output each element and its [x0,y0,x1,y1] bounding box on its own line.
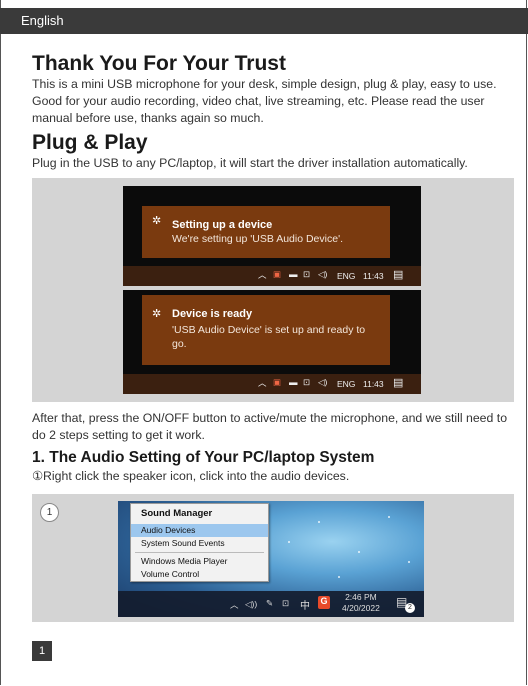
menu-separator [135,552,264,553]
device-icon: ▣ [273,377,282,387]
gear-icon: ✲ [152,215,162,227]
network-icon[interactable]: ⊡ [282,598,289,609]
menu-item-system-sound-events[interactable]: System Sound Events [131,537,268,550]
step1-instruction: Right click the speaker icon, click into… [43,469,350,483]
notification-title: Setting up a device [172,219,273,231]
speaker-icon[interactable]: ◁)) [245,599,257,610]
ime-indicator[interactable]: 中 [300,597,310,612]
taskbar: ︿ ▣ ▬ ⊡ ◁) ENG 11:43 ▤ [123,374,421,394]
notification-frame-2: ✲ Device is ready 'USB Audio Device' is … [123,290,421,394]
device-icon: ▣ [273,269,282,279]
clock: 11:43 [363,379,384,389]
clock: 11:43 [363,271,384,281]
notification-title: Device is ready [172,308,253,320]
speaker-icon: ◁) [318,377,328,387]
speaker-icon: ◁) [318,269,328,279]
step-marker: ① [32,469,44,483]
gear-icon: ✲ [152,308,162,320]
clock[interactable]: 2:46 PM 4/20/2022 [342,592,380,614]
language-header: English [0,8,528,34]
intro-title: Thank You For Your Trust [32,52,286,75]
clock-time: 2:46 PM [345,592,377,602]
network-icon: ⊡ [303,269,311,279]
page-number: 1 [32,641,52,661]
intro-section: Thank You For Your Trust This is a mini … [32,52,510,172]
notification-count-badge: 2 [405,603,415,613]
sound-manager-header: Sound Manager [141,508,213,519]
taskbar: ︿ ▣ ▬ ⊡ ◁) ENG 11:43 ▤ [123,266,421,286]
app-tray-icon[interactable]: G [318,596,330,609]
language-indicator: ENG [337,379,356,389]
battery-icon: ▬ [289,377,298,387]
desktop-background: Sound Manager Audio Devices System Sound… [118,501,424,617]
chevron-up-icon: ︿ [258,378,267,388]
plug-body: Plug in the USB to any PC/laptop, it wil… [32,156,468,170]
windows-taskbar: ︿ ◁)) ✎ ⊡ 中 G 2:46 PM 4/20/2022 ▤ 2 [118,591,424,617]
menu-item-windows-media-player[interactable]: Windows Media Player [131,555,268,568]
after-section: After that, press the ON/OFF button to a… [32,410,512,485]
notification-device-ready: ✲ Device is ready 'USB Audio Device' is … [142,295,390,365]
sound-manager-menu: Sound Manager Audio Devices System Sound… [130,503,269,582]
after-text: After that, press the ON/OFF button to a… [32,411,508,442]
sound-screenshot: 1 Sound Manager Audio Devices System Sou… [32,494,514,622]
action-center-icon: ▤ [393,377,404,389]
language-indicator: ENG [337,271,356,281]
image-number-badge: 1 [40,503,59,522]
menu-item-volume-control[interactable]: Volume Control [131,568,268,581]
menu-item-audio-devices[interactable]: Audio Devices [131,524,268,537]
chevron-up-icon: ︿ [258,270,267,280]
notification-setting-up: ✲ Setting up a device We're setting up '… [142,206,390,258]
notification-frame-1: ✲ Setting up a device We're setting up '… [123,186,421,286]
mic-muted-icon[interactable]: ✎ [266,598,273,609]
clock-date: 4/20/2022 [342,603,380,613]
step1-title: 1. The Audio Setting of Your PC/laptop S… [32,449,375,466]
notification-body: We're setting up 'USB Audio Device'. [172,233,343,245]
chevron-up-icon[interactable]: ︿ [230,599,239,611]
action-center-icon: ▤ [393,269,404,281]
intro-body: This is a mini USB microphone for your d… [32,77,497,125]
battery-icon: ▬ [289,269,298,279]
notification-screenshot: ✲ Setting up a device We're setting up '… [32,178,514,402]
network-icon: ⊡ [303,377,311,387]
plug-title: Plug & Play [32,131,148,154]
notification-body: 'USB Audio Device' is set up and ready t… [172,324,366,350]
